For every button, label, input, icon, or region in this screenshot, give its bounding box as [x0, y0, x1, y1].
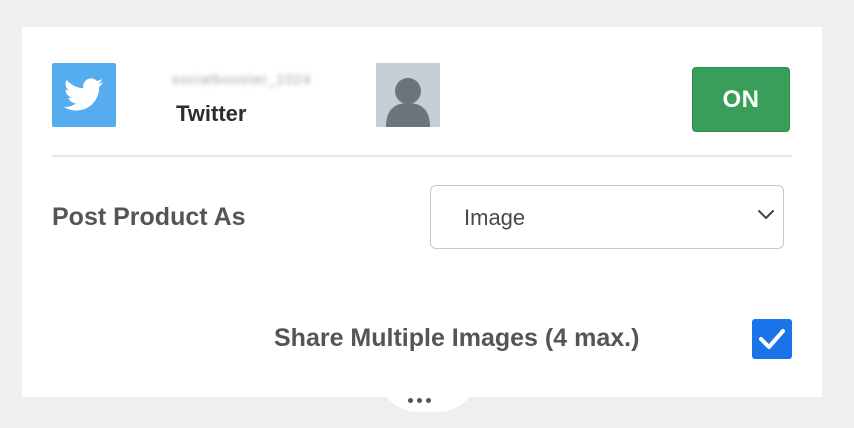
- select-value: Image: [464, 205, 526, 230]
- check-icon: [759, 329, 785, 349]
- post-product-as-label: Post Product As: [52, 203, 246, 231]
- account-toggle-button[interactable]: ON: [692, 67, 790, 132]
- bottom-connector: [378, 372, 478, 412]
- post-product-as-select[interactable]: Image: [430, 185, 784, 249]
- account-handle: socialbooster_1024: [172, 71, 312, 87]
- twitter-account-card: socialbooster_1024 Twitter ON Post Produ…: [22, 27, 822, 397]
- ellipsis-icon[interactable]: [408, 398, 440, 404]
- share-multiple-images-label: Share Multiple Images (4 max.): [274, 324, 640, 352]
- twitter-bird-icon: [52, 63, 116, 127]
- share-multiple-images-checkbox[interactable]: [752, 319, 792, 359]
- avatar: [376, 63, 440, 127]
- account-network-label: Twitter: [176, 101, 247, 126]
- chevron-down-icon: [758, 210, 774, 219]
- divider: [52, 155, 792, 157]
